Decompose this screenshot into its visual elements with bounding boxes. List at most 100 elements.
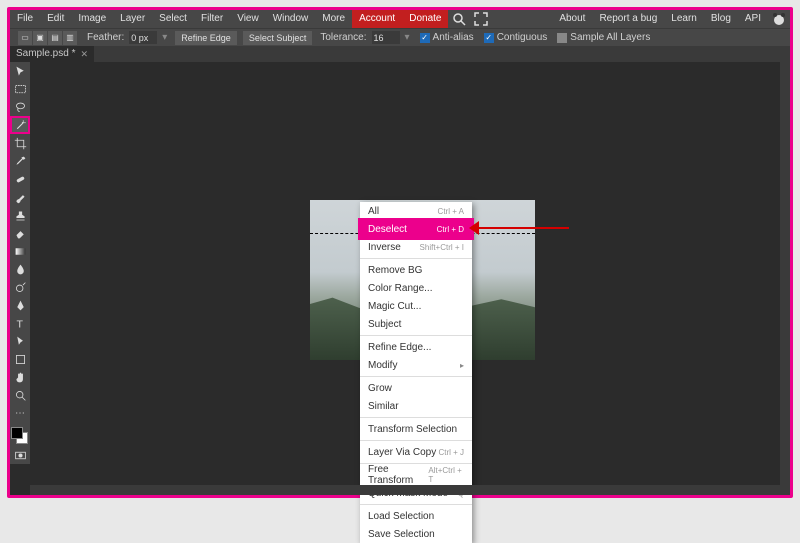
panda-logo-icon [771, 11, 787, 27]
antialias-label: Anti-alias [433, 32, 474, 43]
menu-separator [360, 440, 472, 441]
tab-sample[interactable]: Sample.psd * ✕ [10, 46, 94, 62]
fullscreen-icon[interactable] [473, 11, 489, 27]
close-icon[interactable]: ✕ [80, 46, 88, 62]
horizontal-scrollbar[interactable] [30, 485, 790, 495]
quick-mask-toggle[interactable] [10, 446, 30, 464]
color-swatches[interactable] [10, 426, 30, 446]
tolerance-input[interactable] [372, 31, 400, 44]
menu-item-similar[interactable]: Similar [360, 397, 472, 415]
tool-pen[interactable] [10, 296, 30, 314]
antialias-checkbox[interactable]: ✓ [420, 33, 430, 43]
menu-item-magic-cut[interactable]: Magic Cut... [360, 297, 472, 315]
tool-move[interactable] [10, 62, 30, 80]
link-report-bug[interactable]: Report a bug [592, 10, 664, 28]
more-tools-icon[interactable]: ⋯ [10, 404, 30, 422]
menubar: File Edit Image Layer Select Filter View… [10, 10, 790, 28]
menu-item-label: Remove BG [368, 265, 422, 276]
menu-account[interactable]: Account [352, 10, 402, 28]
menu-file[interactable]: File [10, 10, 40, 28]
menu-item-free-transform[interactable]: Free TransformAlt+Ctrl + T [360, 466, 472, 484]
feather-label: Feather: [82, 30, 129, 46]
sample-all-checkbox[interactable] [557, 33, 567, 43]
menu-item-shortcut: Alt+Ctrl + T [428, 466, 464, 484]
menu-separator [360, 417, 472, 418]
search-icon[interactable] [451, 11, 467, 27]
menu-item-layer-via-copy[interactable]: Layer Via CopyCtrl + J [360, 443, 472, 461]
tool-shape[interactable] [10, 350, 30, 368]
tool-eraser[interactable] [10, 224, 30, 242]
link-blog[interactable]: Blog [704, 10, 738, 28]
menu-item-label: Similar [368, 401, 399, 412]
menu-separator [360, 376, 472, 377]
menu-separator [360, 258, 472, 259]
menu-filter[interactable]: Filter [194, 10, 230, 28]
menu-item-save-selection[interactable]: Save Selection [360, 525, 472, 543]
contiguous-checkbox[interactable]: ✓ [484, 33, 494, 43]
tool-dodge[interactable] [10, 278, 30, 296]
tool-text[interactable]: T [10, 314, 30, 332]
tool-hand[interactable] [10, 368, 30, 386]
submenu-arrow-icon: ▸ [460, 361, 464, 370]
contiguous-label: Contiguous [497, 32, 548, 43]
tool-magic-wand[interactable] [10, 116, 30, 134]
menu-select[interactable]: Select [152, 10, 194, 28]
refine-edge-button[interactable]: Refine Edge [175, 31, 237, 45]
tool-brush[interactable] [10, 188, 30, 206]
tool-rect-select[interactable] [10, 80, 30, 98]
menu-item-all[interactable]: AllCtrl + A [360, 202, 472, 220]
menu-item-label: Color Range... [368, 283, 432, 294]
menu-layer[interactable]: Layer [113, 10, 152, 28]
menu-item-label: Inverse [368, 242, 401, 253]
feather-input[interactable] [129, 31, 157, 44]
link-learn[interactable]: Learn [664, 10, 704, 28]
menu-item-label: Modify [368, 360, 397, 371]
vertical-scrollbar[interactable] [780, 62, 790, 485]
tool-gradient[interactable] [10, 242, 30, 260]
selection-mode-group: ▭ ▣ ▤ ▥ [18, 31, 78, 45]
menu-image[interactable]: Image [71, 10, 113, 28]
tool-lasso[interactable] [10, 98, 30, 116]
menu-item-color-range[interactable]: Color Range... [360, 279, 472, 297]
menu-item-shortcut: Shift+Ctrl + I [420, 243, 464, 252]
menu-item-label: Free Transform [368, 464, 428, 486]
menu-item-label: Refine Edge... [368, 342, 431, 353]
menu-item-remove-bg[interactable]: Remove BG [360, 261, 472, 279]
link-api[interactable]: API [738, 10, 768, 28]
tool-eyedropper[interactable] [10, 152, 30, 170]
sel-mode-new[interactable]: ▭ [18, 31, 32, 45]
menu-view[interactable]: View [230, 10, 266, 28]
select-subject-button[interactable]: Select Subject [243, 31, 313, 45]
sel-mode-add[interactable]: ▣ [33, 31, 47, 45]
sel-mode-subtract[interactable]: ▤ [48, 31, 62, 45]
tab-label: Sample.psd * [16, 46, 75, 62]
menu-item-deselect[interactable]: DeselectCtrl + D [360, 220, 472, 238]
menu-item-refine-edge[interactable]: Refine Edge... [360, 338, 472, 356]
menu-item-inverse[interactable]: Inverse Shift+Ctrl + I [360, 238, 472, 256]
tool-path-select[interactable] [10, 332, 30, 350]
menu-more[interactable]: More [315, 10, 352, 28]
photopea-app: File Edit Image Layer Select Filter View… [7, 7, 793, 498]
menu-edit[interactable]: Edit [40, 10, 71, 28]
menu-item-transform-selection[interactable]: Transform Selection [360, 420, 472, 438]
sel-mode-intersect[interactable]: ▥ [63, 31, 77, 45]
menu-item-label: Layer Via Copy [368, 447, 436, 458]
menu-item-grow[interactable]: Grow [360, 379, 472, 397]
tool-heal[interactable] [10, 170, 30, 188]
document-tabs: Sample.psd * ✕ [10, 46, 790, 62]
sample-all-label: Sample All Layers [570, 32, 650, 43]
menu-item-label: Grow [368, 383, 392, 394]
tool-crop[interactable] [10, 134, 30, 152]
link-about[interactable]: About [552, 10, 592, 28]
menu-item-load-selection[interactable]: Load Selection [360, 507, 472, 525]
menu-item-subject[interactable]: Subject [360, 315, 472, 333]
menu-item-shortcut: Ctrl + A [438, 207, 464, 216]
menu-donate[interactable]: Donate [402, 10, 448, 28]
menu-item-modify[interactable]: Modify ▸ [360, 356, 472, 374]
tolerance-label: Tolerance: [315, 30, 371, 46]
tool-stamp[interactable] [10, 206, 30, 224]
menu-window[interactable]: Window [266, 10, 316, 28]
menu-item-label: Transform Selection [368, 424, 457, 435]
tool-blur[interactable] [10, 260, 30, 278]
tool-zoom[interactable] [10, 386, 30, 404]
